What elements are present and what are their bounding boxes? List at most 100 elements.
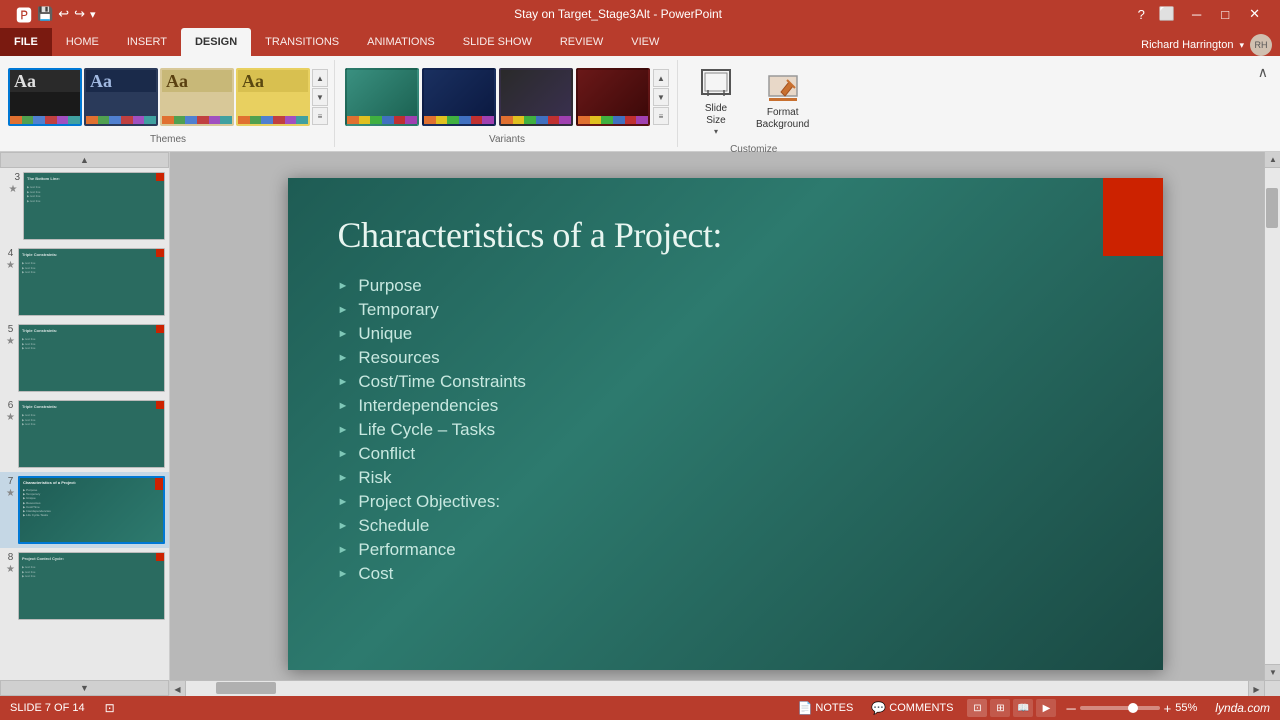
- qat-redo[interactable]: ↪: [74, 6, 85, 22]
- vscroll-down[interactable]: ▼: [1265, 664, 1280, 680]
- hscroll-track: [186, 681, 1248, 696]
- slide-thumb-8[interactable]: 8 ★ Project Control Cycle: ▶ text line▶ …: [0, 548, 169, 624]
- bullet-arrow-4: ►: [338, 352, 349, 364]
- tab-slideshow[interactable]: SLIDE SHOW: [449, 28, 546, 56]
- bullet-resources: ► Resources: [338, 346, 1113, 370]
- bullet-arrow-5: ►: [338, 376, 349, 388]
- theme-1[interactable]: Aa: [8, 68, 82, 126]
- variant-4[interactable]: [576, 68, 650, 126]
- zoom-level[interactable]: 55%: [1175, 702, 1197, 714]
- variant-1[interactable]: [345, 68, 419, 126]
- slide-thumbnail-3[interactable]: The Bottom Line: ▶ text line▶ text line▶…: [23, 172, 165, 240]
- slide-view-icon[interactable]: ⊡: [105, 701, 115, 715]
- hscroll-left[interactable]: ◀: [170, 681, 186, 696]
- slideshow-btn[interactable]: ▶: [1036, 699, 1056, 717]
- reading-view-btn[interactable]: 📖: [1013, 699, 1033, 717]
- close-button[interactable]: ✕: [1241, 4, 1268, 24]
- themes-scroll-down[interactable]: ▼: [312, 88, 328, 106]
- zoom-slider-thumb: [1128, 703, 1138, 713]
- slide-title[interactable]: Characteristics of a Project:: [288, 178, 1163, 266]
- format-background-button[interactable]: FormatBackground: [748, 68, 817, 137]
- vscroll-up[interactable]: ▲: [1265, 152, 1280, 168]
- tab-view[interactable]: VIEW: [617, 28, 673, 56]
- zoom-slider-track[interactable]: [1080, 706, 1160, 710]
- theme-3[interactable]: Aa: [160, 68, 234, 126]
- bullet-purpose: ► Purpose: [338, 274, 1113, 298]
- bullet-interdependencies: ► Interdependencies: [338, 394, 1113, 418]
- slide-sorter-btn[interactable]: ⊞: [990, 699, 1010, 717]
- slide-thumbnail-4[interactable]: Triple Constraints: ▶ text line▶ text li…: [18, 248, 165, 316]
- minimize-button[interactable]: ─: [1184, 5, 1209, 24]
- slide-thumbnail-6[interactable]: Triple Constraints: ▶ text line▶ text li…: [18, 400, 165, 468]
- bullet-arrow-13: ►: [338, 568, 349, 580]
- tab-home[interactable]: HOME: [52, 28, 113, 56]
- slide-thumbnail-5[interactable]: Triple Constraints: ▶ text line▶ text li…: [18, 324, 165, 392]
- notes-label: NOTES: [815, 702, 853, 714]
- hscroll-right[interactable]: ▶: [1248, 681, 1264, 696]
- customize-group-label: Customize: [730, 144, 777, 155]
- lynda-logo: lynda.com: [1215, 701, 1270, 715]
- variants-group: ▲ ▼ ≡ Variants: [337, 60, 678, 147]
- zoom-out-icon[interactable]: ─: [1066, 701, 1075, 716]
- notes-button[interactable]: 📄 NOTES: [793, 699, 857, 717]
- slide-info: SLIDE 7 OF 14: [10, 702, 85, 714]
- variants-more[interactable]: ≡: [653, 107, 669, 125]
- slide-size-dropdown-icon[interactable]: ▾: [714, 127, 718, 136]
- tab-transitions[interactable]: TRANSITIONS: [251, 28, 353, 56]
- slides-scroll-up[interactable]: ▲: [0, 152, 169, 168]
- main-slide[interactable]: Characteristics of a Project: ► Purpose …: [288, 178, 1163, 670]
- status-right: 📄 NOTES 💬 COMMENTS ⊡ ⊞ 📖 ▶ ─ + 55% lynda…: [793, 699, 1270, 717]
- format-background-label: FormatBackground: [756, 107, 809, 131]
- restore-button[interactable]: □: [1213, 5, 1237, 24]
- slide-star-6: ★: [6, 412, 15, 423]
- ribbon-toggle-icon[interactable]: ⬜: [1154, 4, 1180, 24]
- bullet-arrow-11: ►: [338, 520, 349, 532]
- hscroll-thumb[interactable]: [216, 682, 276, 694]
- theme-2[interactable]: Aa: [84, 68, 158, 126]
- slide-thumb-4[interactable]: 4 ★ Triple Constraints: ▶ text line▶ tex…: [0, 244, 169, 320]
- tab-insert[interactable]: INSERT: [113, 28, 181, 56]
- help-icon[interactable]: ?: [1133, 5, 1150, 24]
- bullet-arrow-12: ►: [338, 544, 349, 556]
- bullet-arrow-8: ►: [338, 448, 349, 460]
- themes-scroll-up[interactable]: ▲: [312, 69, 328, 87]
- comments-label: COMMENTS: [889, 702, 953, 714]
- normal-view-btn[interactable]: ⊡: [967, 699, 987, 717]
- variants-scroll-up[interactable]: ▲: [653, 69, 669, 87]
- slide-star-5: ★: [6, 336, 15, 347]
- qat-undo[interactable]: ↩: [58, 6, 69, 22]
- zoom-in-icon[interactable]: +: [1164, 701, 1172, 716]
- ribbon-collapse-button[interactable]: ∧: [1252, 60, 1274, 147]
- tab-animations[interactable]: ANIMATIONS: [353, 28, 449, 56]
- bullet-schedule: ► Schedule: [338, 514, 1113, 538]
- bullet-temporary: ► Temporary: [338, 298, 1113, 322]
- customize-group: SlideSize ▾ FormatBackground Customize: [680, 60, 827, 147]
- window-title: Stay on Target_Stage3Alt - PowerPoint: [104, 7, 1133, 21]
- qat-save[interactable]: 💾: [37, 6, 53, 22]
- variant-2[interactable]: [422, 68, 496, 126]
- bullet-lifecycle: ► Life Cycle – Tasks: [338, 418, 1113, 442]
- tab-review[interactable]: REVIEW: [546, 28, 617, 56]
- bullet-risk: ► Risk: [338, 466, 1113, 490]
- themes-more[interactable]: ≡: [312, 107, 328, 125]
- slide-thumb-6[interactable]: 6 ★ Triple Constraints: ▶ text line▶ tex…: [0, 396, 169, 472]
- variants-scroll-down[interactable]: ▼: [653, 88, 669, 106]
- slide-thumb-5[interactable]: 5 ★ Triple Constraints: ▶ text line▶ tex…: [0, 320, 169, 396]
- vscroll-thumb[interactable]: [1266, 188, 1278, 228]
- tab-design[interactable]: DESIGN: [181, 28, 251, 56]
- slide-thumbnail-7[interactable]: Characteristics of a Project: ▶ Purpose▶…: [18, 476, 165, 544]
- slide-size-button[interactable]: SlideSize ▾: [690, 62, 742, 142]
- bullet-arrow-7: ►: [338, 424, 349, 436]
- slide-thumb-7[interactable]: 7 ★ Characteristics of a Project: ▶ Purp…: [0, 472, 169, 548]
- slide-thumb-3[interactable]: 3 ★ The Bottom Line: ▶ text line▶ text l…: [0, 168, 169, 244]
- comments-button[interactable]: 💬 COMMENTS: [867, 699, 957, 717]
- user-dropdown-icon[interactable]: ▾: [1239, 40, 1244, 51]
- user-name[interactable]: Richard Harrington: [1141, 39, 1233, 51]
- qat-more[interactable]: ▾: [90, 8, 96, 21]
- variant-3[interactable]: [499, 68, 573, 126]
- theme-4[interactable]: Aa: [236, 68, 310, 126]
- slide-thumbnail-8[interactable]: Project Control Cycle: ▶ text line▶ text…: [18, 552, 165, 620]
- slides-scroll-down[interactable]: ▼: [0, 680, 169, 696]
- slide-star-4: ★: [6, 260, 15, 271]
- tab-file[interactable]: FILE: [0, 28, 52, 56]
